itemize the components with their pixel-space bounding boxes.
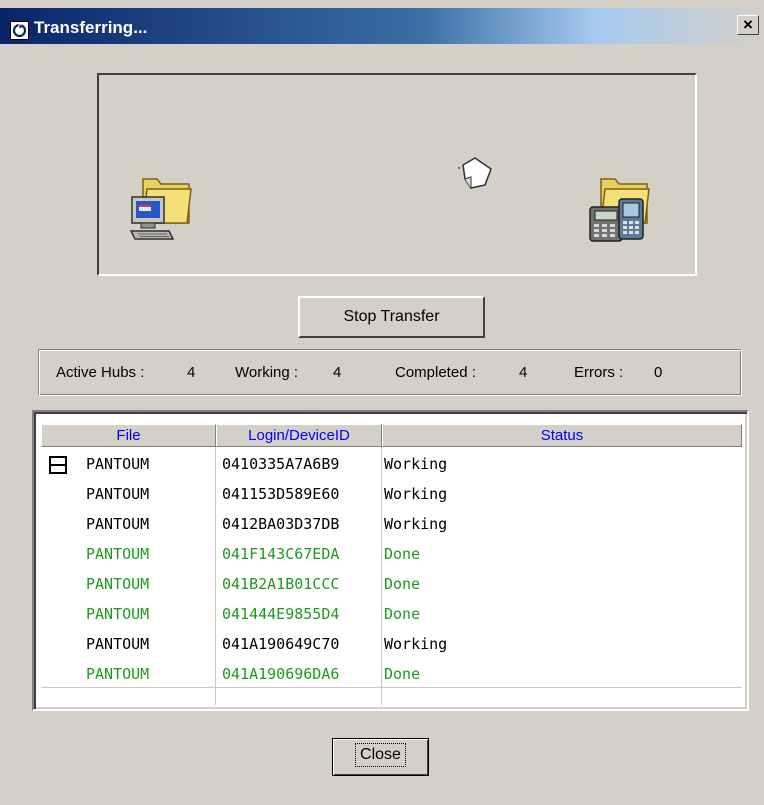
completed-value: 4	[519, 364, 528, 381]
working-value: 4	[333, 364, 342, 381]
close-button[interactable]: Close	[332, 738, 429, 776]
status-cell: Working	[384, 635, 448, 653]
device-id-cell: 041444E9855D4	[222, 605, 340, 623]
handheld-folder-icon	[587, 175, 651, 249]
transfer-list[interactable]: File Login/DeviceID Status PANTOUM 041033…	[32, 410, 749, 711]
device-id-cell: 041B2A1B01CCC	[222, 575, 340, 593]
table-row[interactable]: PANTOUM 041F143C67EDA Done	[41, 539, 742, 569]
status-cell: Done	[384, 665, 421, 683]
title-bar: Transferring...	[0, 8, 764, 44]
device-id-cell: 041A190649C70	[222, 635, 340, 653]
table-row[interactable]: PANTOUM 041B2A1B01CCC Done	[41, 569, 742, 599]
stats-panel: Active Hubs : 4 Working : 4 Completed : …	[38, 349, 742, 396]
file-cell: PANTOUM	[86, 515, 150, 533]
file-cell: PANTOUM	[86, 635, 150, 653]
status-cell: Done	[384, 605, 421, 623]
file-cell: PANTOUM	[86, 485, 150, 503]
close-button-label: Close	[355, 743, 406, 767]
device-id-cell: 0412BA03D37DB	[222, 515, 340, 533]
stop-transfer-label: Stop Transfer	[343, 308, 440, 325]
file-cell: PANTOUM	[86, 545, 150, 563]
file-cell: PANTOUM	[86, 455, 150, 473]
column-header-status[interactable]: Status	[382, 424, 742, 447]
collapse-box-icon[interactable]	[49, 456, 67, 474]
active-hubs-label: Active Hubs :	[56, 364, 145, 381]
file-cell: PANTOUM	[86, 605, 150, 623]
active-hubs-value: 4	[187, 364, 196, 381]
file-cell: PANTOUM	[86, 665, 150, 683]
errors-label: Errors :	[574, 364, 624, 381]
completed-label: Completed :	[395, 364, 476, 381]
table-row[interactable]: PANTOUM 041444E9855D4 Done	[41, 599, 742, 629]
stop-transfer-button[interactable]: Stop Transfer	[298, 296, 485, 338]
device-id-cell: 041153D589E60	[222, 485, 340, 503]
device-id-cell: 0410335A7A6B9	[222, 455, 340, 473]
computer-folder-icon	[129, 175, 193, 249]
app-icon	[10, 21, 29, 40]
column-header-file[interactable]: File	[41, 424, 216, 447]
device-id-cell: 041A190696DA6	[222, 665, 340, 683]
table-row[interactable]: PANTOUM 0412BA03D37DB Working	[41, 509, 742, 539]
transfer-animation-panel	[97, 73, 697, 276]
row-divider	[41, 687, 742, 688]
window-title: Transferring...	[34, 18, 148, 37]
status-cell: Done	[384, 575, 421, 593]
errors-value: 0	[654, 364, 663, 381]
table-row[interactable]: PANTOUM 041A190696DA6 Done	[41, 659, 742, 689]
working-label: Working :	[235, 364, 299, 381]
file-cell: PANTOUM	[86, 575, 150, 593]
table-row[interactable]: PANTOUM 041A190649C70 Working	[41, 629, 742, 659]
paper-icon	[457, 155, 497, 195]
status-cell: Working	[384, 455, 448, 473]
table-row[interactable]: PANTOUM 0410335A7A6B9 Working	[41, 449, 742, 479]
status-cell: Done	[384, 545, 421, 563]
status-cell: Working	[384, 515, 448, 533]
status-cell: Working	[384, 485, 448, 503]
device-id-cell: 041F143C67EDA	[222, 545, 340, 563]
window-close-button[interactable]: ×	[737, 15, 759, 35]
column-header-device-id[interactable]: Login/DeviceID	[216, 424, 382, 447]
table-row[interactable]: PANTOUM 041153D589E60 Working	[41, 479, 742, 509]
